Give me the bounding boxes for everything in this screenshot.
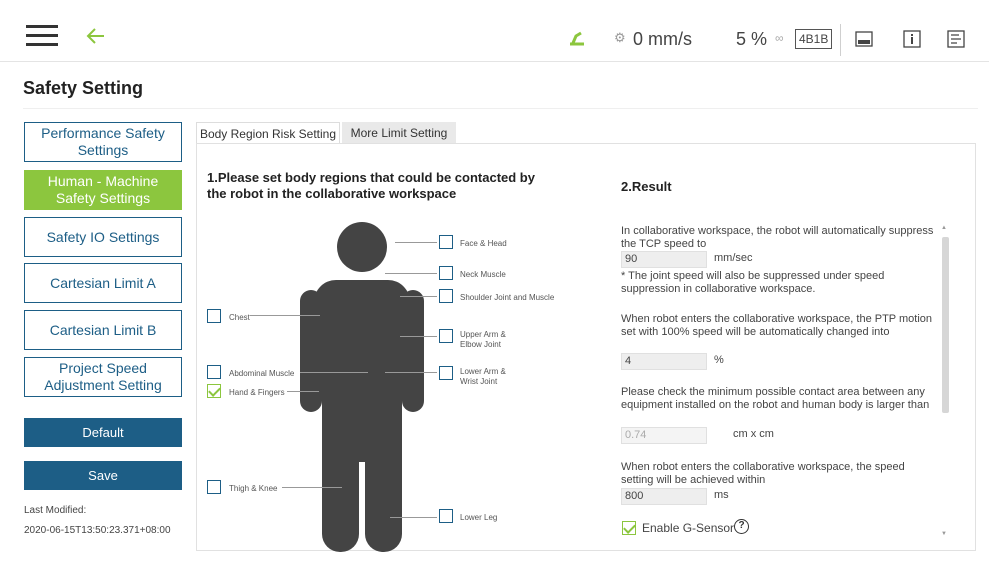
speed-icon: ⚙ [614,30,626,45]
hand-leader [287,391,319,392]
shoulder-leader [400,296,437,297]
sidebar-item-project-speed[interactable]: Project Speed Adjustment Setting [24,357,182,397]
achieve-time-field[interactable]: 800 [621,488,707,505]
contact-area-text: Please check the minimum possible contac… [621,386,930,411]
lower-arm-checkbox[interactable] [439,366,453,380]
toolbar-divider [840,24,841,56]
controller-icon[interactable] [855,30,873,48]
tab-body-region-risk[interactable]: Body Region Risk Setting [196,122,340,144]
g-sensor-label: Enable G-Sensor [642,521,735,535]
contact-area-unit: cm x cm [733,428,774,440]
shoulder-checkbox[interactable] [439,289,453,303]
sidebar-item-performance-safety[interactable]: Performance Safety Settings [24,122,182,162]
sidebar-item-safety-io[interactable]: Safety IO Settings [24,217,182,257]
lower-leg-leader [390,517,437,518]
page-title: Safety Setting [23,78,144,98]
thigh-knee-checkbox[interactable] [207,480,221,494]
tcp-speed-text: In collaborative workspace, the robot wi… [621,225,934,250]
sidebar-item-cartesian-limit-b[interactable]: Cartesian Limit B [24,310,182,350]
chest-leader [250,315,320,316]
sidebar-item-human-machine-safety[interactable]: Human - Machine Safety Settings [24,170,182,210]
robot-id-badge: 4B1B [795,29,833,49]
section2-title: 2.Result [621,179,672,194]
upper-arm-checkbox[interactable] [439,329,453,343]
thigh-leader [282,487,342,488]
lower-arm-leader [385,372,437,373]
hand-fingers-label: Hand & Fingers [229,388,285,397]
lower-leg-label: Lower Leg [460,513,498,522]
achieve-time-text: When robot enters the collaborative work… [621,461,905,486]
last-modified-label: Last Modified: [24,505,87,516]
ptp-text: When robot enters the collaborative work… [621,313,933,338]
menu-icon[interactable] [26,25,58,47]
chest-label: Chest [229,313,250,322]
tcp-speed-readout: 0 mm/s [633,29,693,49]
neck-muscle-checkbox[interactable] [439,266,453,280]
abdominal-leader [300,372,368,373]
thigh-knee-label: Thigh & Knee [229,484,278,493]
neck-leader [385,273,437,274]
neck-muscle-label: Neck Muscle [460,270,506,279]
shoulder-label: Shoulder Joint and Muscle [460,293,555,302]
save-button[interactable]: Save [24,461,182,490]
connection-icon: ∞ [775,31,784,45]
tcp-speed-field[interactable]: 90 [621,251,707,268]
top-bar: ⚙ 0 mm/s 5 % ∞ 4B1B [0,0,989,62]
face-head-label: Face & Head [460,239,507,248]
ptp-unit: % [714,354,724,366]
upper-arm-label: Upper Arm & Elbow Joint [460,330,506,349]
title-divider [23,108,978,109]
scroll-thumb[interactable] [942,237,949,413]
tab-more-limit[interactable]: More Limit Setting [342,122,456,144]
tcp-speed-unit: mm/sec [714,252,753,264]
lower-leg-checkbox[interactable] [439,509,453,523]
back-arrow-icon[interactable] [84,24,108,48]
last-modified-value: 2020-06-15T13:50:23.371+08:00 [24,525,171,536]
contact-area-field[interactable]: 0.74 [621,427,707,444]
abdominal-checkbox[interactable] [207,365,221,379]
help-icon[interactable]: ? [734,519,749,534]
abdominal-label: Abdominal Muscle [229,369,295,378]
ptp-field[interactable]: 4 [621,353,707,370]
log-icon[interactable] [947,30,965,48]
face-head-leader [395,242,437,243]
default-button[interactable]: Default [24,418,182,447]
scroll-down-icon[interactable]: ▼ [941,531,947,537]
speed-percent-readout: 5 % [736,29,768,49]
scroll-up-icon[interactable]: ▲ [941,225,947,231]
joint-speed-note: * The joint speed will also be suppresse… [621,270,885,295]
hand-fingers-checkbox[interactable] [207,384,221,398]
robot-status-icon [570,31,584,46]
upper-arm-leader [400,336,437,337]
chest-checkbox[interactable] [207,309,221,323]
sidebar-item-cartesian-limit-a[interactable]: Cartesian Limit A [24,263,182,303]
face-head-checkbox[interactable] [439,235,453,249]
human-body-figure [300,222,440,552]
info-icon[interactable] [903,30,921,48]
achieve-time-unit: ms [714,489,729,501]
result-scrollbar[interactable]: ▲ ▼ [940,225,950,541]
lower-arm-label: Lower Arm & Wrist Joint [460,367,506,386]
section1-title: 1.Please set body regions that could be … [207,170,535,201]
g-sensor-checkbox[interactable] [622,521,636,535]
